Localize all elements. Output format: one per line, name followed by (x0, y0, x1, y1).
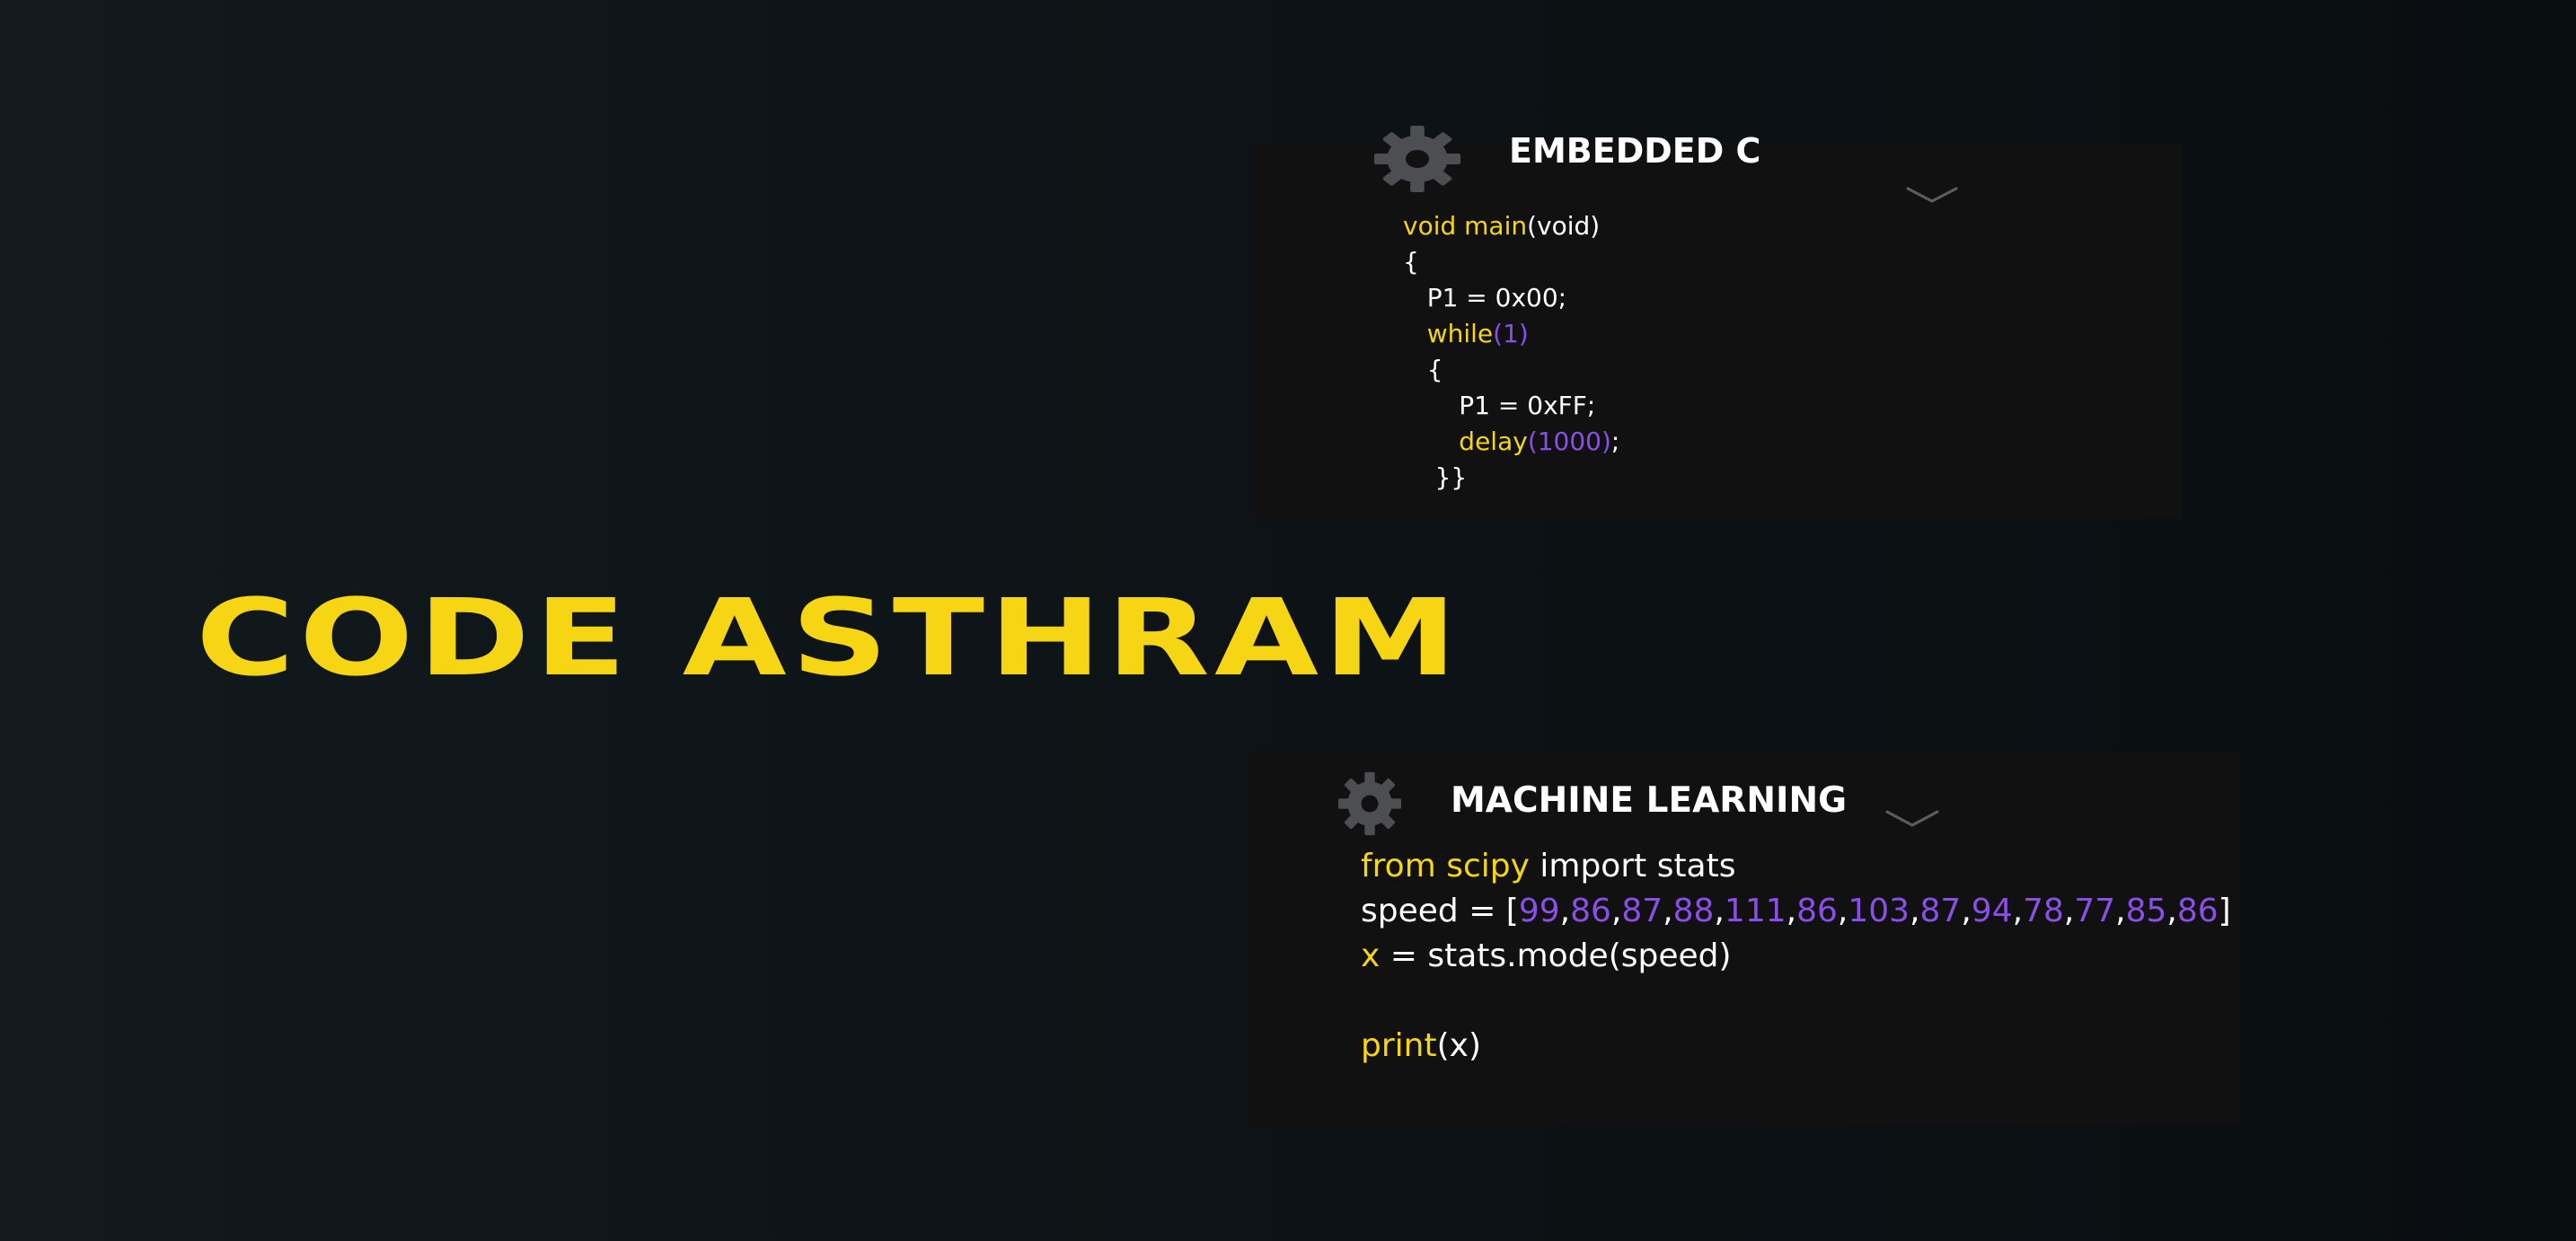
code-token: (void) (1527, 211, 1601, 241)
code-token: P1 = 0x00; (1403, 283, 1567, 312)
card-title-embedded-c: EMBEDDED C (1509, 131, 1761, 171)
code-token: while (1403, 319, 1494, 348)
code-token: 86 (2176, 893, 2219, 929)
chevron-down-icon[interactable] (1885, 807, 1939, 829)
code-token: }} (1403, 462, 1468, 492)
code-token: 87 (1621, 893, 1663, 929)
gear-icon (1337, 771, 1402, 836)
code-token: , (2063, 893, 2075, 929)
code-token: 87 (1919, 893, 1962, 929)
code-token: , (1559, 893, 1571, 929)
code-token: x (1361, 937, 1381, 974)
code-line: { (1403, 244, 1619, 280)
code-token: 111 (1724, 893, 1786, 929)
code-token: = stats.mode(speed) (1380, 937, 1732, 974)
code-token: , (2166, 893, 2177, 929)
code-line: P1 = 0x00; (1403, 280, 1619, 316)
code-token: (1000) (1527, 427, 1611, 456)
code-line: { (1403, 352, 1619, 388)
code-token: , (1786, 893, 1797, 929)
code-token: , (2012, 893, 2024, 929)
code-token: void main (1403, 211, 1528, 241)
code-token: delay (1403, 427, 1528, 456)
code-token: ] (2218, 893, 2231, 929)
code-token: , (1610, 893, 1622, 929)
code-token: , (1961, 893, 1972, 929)
code-block-machine-learning: from scipy import stats speed = [99,86,87… (1361, 844, 2231, 1069)
code-token: , (1837, 893, 1848, 929)
code-token: , (2115, 893, 2126, 929)
code-token: { (1403, 355, 1443, 384)
code-line: from scipy import stats (1361, 844, 2231, 889)
code-token: P1 = 0xFF; (1403, 391, 1596, 420)
brand-logo: CODE ASTHRAM (196, 576, 1462, 700)
code-line: speed = [99,86,87,88,111,86,103,87,94,78… (1361, 889, 2231, 934)
code-token: 94 (1971, 893, 2013, 929)
code-token: , (1663, 893, 1673, 929)
code-token: speed = [ (1361, 893, 1519, 929)
code-line: delay(1000); (1403, 424, 1619, 460)
code-line: void main(void) (1403, 208, 1619, 244)
code-token: (1) (1493, 319, 1529, 348)
card-title-machine-learning: MACHINE LEARNING (1451, 780, 1848, 821)
code-token: 86 (1570, 893, 1611, 929)
code-line: }} (1403, 460, 1619, 496)
code-token: , (1714, 893, 1725, 929)
code-token: 78 (2023, 893, 2064, 929)
code-block-embedded-c: void main(void){ P1 = 0x00; while(1) { P… (1403, 208, 1619, 496)
code-token: 77 (2074, 893, 2116, 929)
code-token: 86 (1796, 893, 1838, 929)
code-line: print(x) (1361, 1024, 2231, 1069)
embedded-c-card (1253, 144, 2183, 519)
code-token: , (1910, 893, 1920, 929)
code-token: 85 (2125, 893, 2167, 929)
code-token: 99 (1518, 893, 1560, 929)
code-token: (x) (1436, 1027, 1481, 1064)
code-line: x = stats.mode(speed) (1361, 934, 2231, 979)
code-token: ; (1610, 427, 1620, 456)
code-token: from scipy (1361, 848, 1530, 885)
code-line: P1 = 0xFF; (1403, 388, 1619, 424)
chevron-down-icon[interactable] (1906, 185, 1958, 205)
code-token: print (1361, 1027, 1437, 1064)
code-line: while(1) (1403, 316, 1619, 352)
gear-icon (1373, 126, 1461, 192)
code-token: 103 (1848, 893, 1910, 929)
code-token: 88 (1672, 893, 1715, 929)
code-token: import stats (1529, 848, 1736, 885)
code-token: { (1403, 247, 1419, 277)
